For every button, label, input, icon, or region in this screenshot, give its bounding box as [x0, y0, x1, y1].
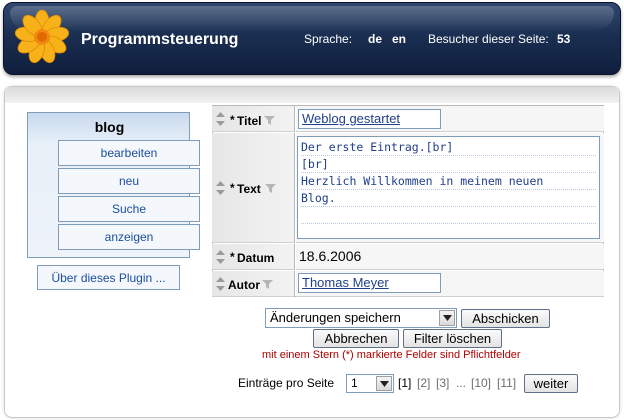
action-select[interactable]: Änderungen speichern [265, 308, 457, 328]
sort-arrows-icon[interactable] [215, 180, 226, 196]
per-page-select[interactable]: 1 [346, 374, 394, 393]
cancel-button[interactable]: Abbrechen [313, 329, 399, 348]
per-page-label: Einträge pro Seite [238, 376, 335, 390]
author-input[interactable]: Thomas Meyer [298, 273, 441, 293]
language-link-de[interactable]: de [368, 32, 382, 46]
about-plugin-button[interactable]: Über dieses Plugin ... [37, 265, 180, 290]
page-link-1[interactable]: [1] [398, 376, 411, 390]
visitors-count: 53 [557, 32, 571, 46]
field-label-titel: Titel [237, 114, 262, 128]
action-select-value: Änderungen speichern [270, 310, 401, 325]
sort-arrows-icon[interactable] [215, 276, 226, 292]
required-fields-hint: mit einem Stern (*) markierte Felder sin… [262, 349, 521, 361]
text-textarea[interactable]: Der erste Eintrag.[br] [br] Herzlich Wil… [297, 136, 600, 239]
page-link-10[interactable]: [10] [471, 376, 491, 390]
plugin-menu-title: blog [94, 119, 125, 135]
chevron-down-icon[interactable] [439, 310, 455, 326]
field-label-text: Text [237, 182, 261, 196]
date-value: 18.6.2006 [299, 248, 362, 264]
sort-arrows-icon[interactable] [215, 249, 226, 265]
panel-top-bar [5, 87, 619, 103]
clear-filter-button[interactable]: Filter löschen [403, 329, 502, 348]
required-mark: * [230, 181, 235, 195]
app-header: Programmsteuerung Sprache: de en Besuche… [3, 2, 621, 75]
chevron-down-icon[interactable] [376, 376, 392, 391]
per-page-value: 1 [351, 376, 358, 390]
filter-icon[interactable] [264, 116, 275, 125]
title-input[interactable]: Weblog gestartet [298, 109, 441, 129]
header-shine [10, 6, 614, 30]
sidebar-item-anzeigen[interactable]: anzeigen [58, 224, 200, 250]
language-label: Sprache: [304, 32, 353, 46]
page-ellipsis: ... [456, 376, 467, 390]
page-link-2[interactable]: [2] [417, 376, 430, 390]
field-label-autor: Autor [228, 278, 260, 292]
language-link-en[interactable]: en [392, 32, 406, 46]
app-title: Programmsteuerung [81, 31, 239, 48]
textarea-line [301, 207, 596, 224]
submit-button[interactable]: Abschicken [461, 309, 550, 328]
page-link-3[interactable]: [3] [436, 376, 449, 390]
page-link-11[interactable]: [11] [497, 376, 516, 390]
required-mark: * [230, 250, 235, 264]
sidebar-item-bearbeiten[interactable]: bearbeiten [58, 140, 200, 166]
filter-icon[interactable] [265, 184, 276, 193]
orange-flower-icon [14, 9, 70, 64]
filter-icon[interactable] [262, 280, 273, 289]
sort-arrows-icon[interactable] [215, 111, 226, 127]
textarea-line: Der erste Eintrag.[br] [301, 139, 596, 156]
textarea-line: Blog. [301, 190, 596, 207]
field-label-datum: Datum [237, 251, 275, 265]
next-page-button[interactable]: weiter [524, 374, 578, 393]
textarea-line: [br] [301, 156, 596, 173]
required-mark: * [230, 113, 235, 127]
visitors-label: Besucher dieser Seite: [428, 32, 549, 46]
textarea-line: Herzlich Willkommen in meinem neuen [301, 173, 596, 190]
sidebar-item-suche[interactable]: Suche [58, 196, 200, 222]
sidebar-item-neu[interactable]: neu [58, 168, 200, 194]
